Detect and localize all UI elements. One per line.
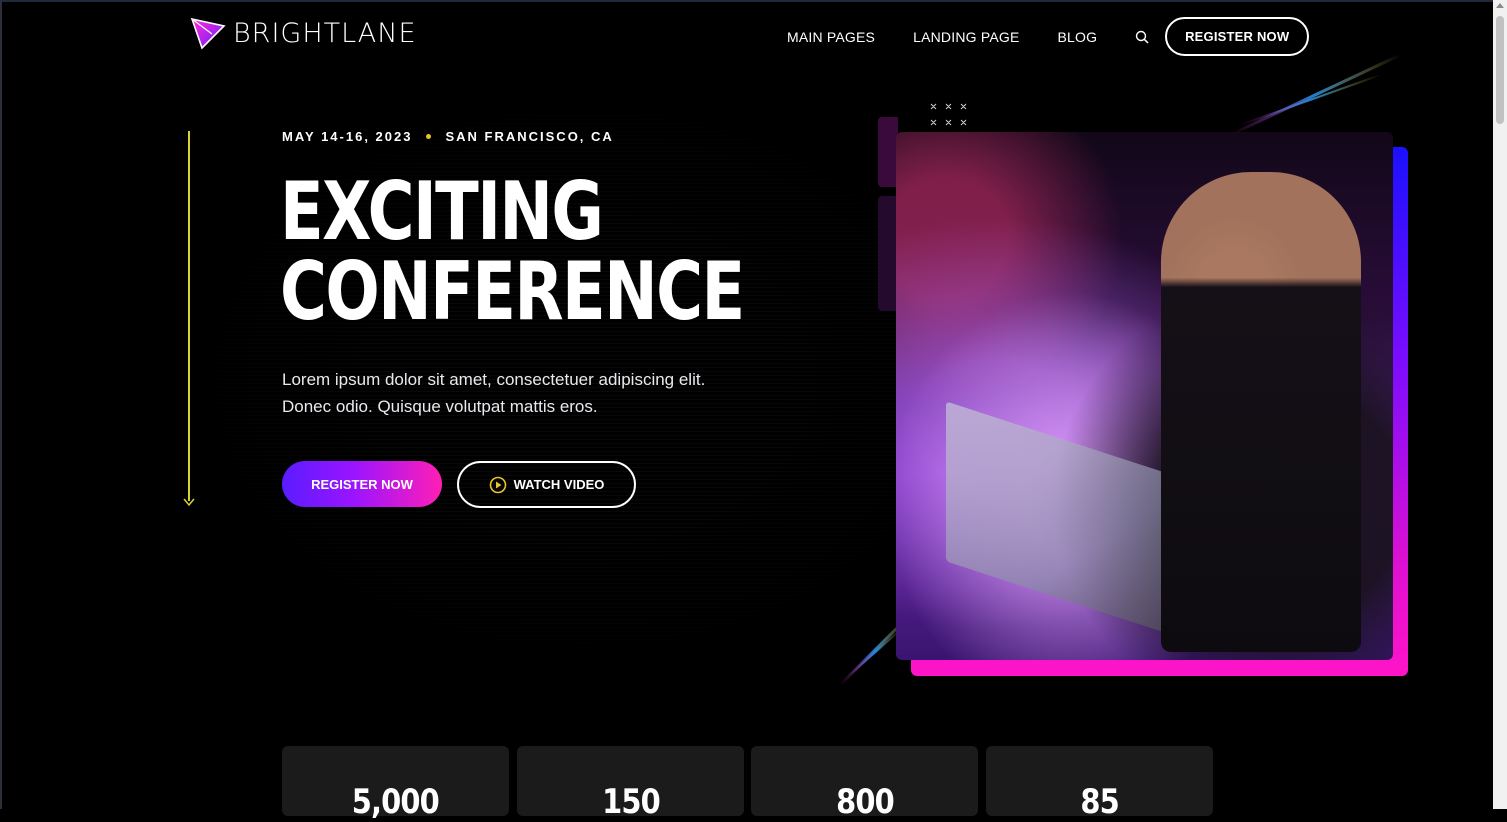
hero-headline: EXCITING CONFERENCE [280, 165, 745, 338]
nav-item-blog[interactable]: BLOG [1057, 29, 1097, 45]
page-scrollbar[interactable] [1493, 0, 1507, 809]
watch-video-button[interactable]: WATCH VIDEO [457, 461, 636, 508]
event-date: MAY 14-16, 2023 [282, 129, 413, 144]
description-line-1: Lorem ipsum dolor sit amet, consectetuer… [282, 370, 706, 389]
search-icon[interactable] [1135, 30, 1149, 44]
scroll-up-arrow-icon[interactable] [1496, 3, 1504, 8]
headline-line-2: CONFERENCE [280, 245, 745, 338]
brand-logo[interactable]: BRIGHTLANE [190, 16, 417, 50]
description-line-2: Donec odio. Quisque volutpat mattis eros… [282, 397, 598, 416]
stat-card: 800 [751, 746, 978, 822]
event-location: SAN FRANCISCO, CA [445, 129, 614, 144]
window-left-border [0, 0, 2, 809]
header-register-button[interactable]: REGISTER NOW [1165, 17, 1310, 56]
decorative-tab [878, 117, 898, 187]
watch-video-label: WATCH VIDEO [513, 477, 605, 492]
scroll-indicator-line [188, 131, 190, 501]
triangle-logo-icon [190, 17, 226, 50]
nav-item-main-pages[interactable]: MAIN PAGES [787, 29, 875, 45]
stat-value: 85 [1080, 782, 1119, 822]
brand-name: BRIGHTLANE [233, 17, 417, 49]
separator-dot [426, 134, 432, 139]
stat-card: 150 [517, 746, 744, 822]
stat-value: 800 [835, 782, 895, 822]
stat-value: 5,000 [351, 782, 440, 822]
scrollbar-thumb[interactable] [1496, 16, 1504, 124]
main-nav: MAIN PAGES LANDING PAGE BLOG REGISTER NO… [787, 17, 1310, 56]
laptop-shape [946, 401, 1196, 643]
hero-register-button[interactable]: REGISTER NOW [282, 461, 442, 507]
nav-item-landing-page[interactable]: LANDING PAGE [913, 29, 1019, 45]
play-circle-icon [489, 476, 506, 493]
arrow-down-icon [183, 498, 195, 507]
decorative-tab [878, 196, 898, 311]
event-meta: MAY 14-16, 2023 SAN FRANCISCO, CA [282, 129, 614, 144]
stat-card: 85 [986, 746, 1213, 822]
stat-value: 150 [601, 782, 661, 822]
hero-description: Lorem ipsum dolor sit amet, consectetuer… [282, 366, 742, 420]
person-silhouette [1161, 172, 1361, 652]
window-top-border [0, 0, 1507, 2]
headline-line-1: EXCITING [280, 165, 604, 258]
hero-photo [896, 132, 1393, 660]
stat-card: 5,000 [282, 746, 509, 822]
